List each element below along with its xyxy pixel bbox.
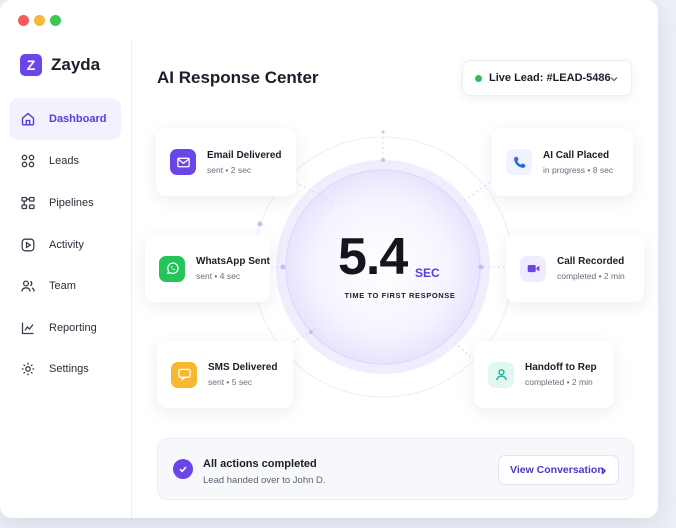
ai-call-placed-card[interactable]: AI Call Placed in progress • 8 sec [492, 128, 633, 196]
close-window-button[interactable] [18, 15, 29, 26]
view-conversation-label: View Conversation [510, 464, 604, 476]
activity-icon [21, 238, 35, 252]
card-status: sent • 2 sec [207, 164, 252, 175]
sidebar-item-dashboard[interactable]: Dashboard [9, 98, 121, 140]
response-hub: 5.4 SEC TIME TO FIRST RESPONSE Email Del… [133, 42, 658, 432]
app-window: Z Zayda Dashboard Leads Pipelines Activi… [0, 0, 658, 518]
sidebar-item-label: Dashboard [49, 113, 107, 125]
sidebar-item-label: Reporting [49, 322, 97, 334]
maximize-window-button[interactable] [50, 15, 61, 26]
card-status: completed • 2 min [557, 271, 625, 281]
completion-title: All actions completed [203, 458, 317, 470]
brand-logo: Z [20, 54, 42, 76]
card-title: Handoff to Rep [525, 362, 597, 373]
card-status: sent • 4 sec [196, 271, 241, 281]
sidebar-item-team[interactable]: Team [9, 265, 121, 307]
response-time-label: TIME TO FIRST RESPONSE [344, 291, 456, 300]
card-title: Email Delivered [207, 149, 282, 161]
phone-icon [506, 149, 532, 175]
call-recorded-card[interactable]: Call Recorded completed • 2 min [506, 235, 644, 302]
brand[interactable]: Z Zayda [20, 54, 100, 76]
response-time-value: 5.4 [338, 228, 408, 286]
home-icon [21, 112, 35, 126]
card-status: in progress • 8 sec [543, 164, 614, 175]
check-icon [173, 459, 193, 479]
handoff-to-rep-card[interactable]: Handoff to Rep completed • 2 min [474, 341, 614, 408]
sidebar-item-settings[interactable]: Settings [9, 348, 121, 390]
sms-delivered-card[interactable]: SMS Delivered sent • 5 sec [157, 341, 293, 408]
sidebar-item-label: Team [49, 280, 76, 292]
chart-icon [21, 322, 34, 335]
whatsapp-sent-card[interactable]: WhatsApp Sent sent • 4 sec [145, 235, 270, 302]
pipeline-icon [21, 196, 35, 210]
team-icon [21, 280, 35, 292]
completion-banner: All actions completed Lead handed over t… [157, 438, 634, 500]
card-title: AI Call Placed [543, 149, 610, 161]
card-status: sent • 5 sec [208, 377, 253, 387]
user-handoff-icon [488, 361, 514, 388]
sidebar-item-label: Settings [49, 363, 89, 375]
sidebar-item-activity[interactable]: Activity [9, 224, 121, 266]
chevron-right-icon [601, 467, 607, 475]
completion-subtitle: Lead handed over to John D. [203, 475, 326, 486]
gear-icon [21, 362, 35, 376]
sidebar: Z Zayda Dashboard Leads Pipelines Activi… [0, 42, 132, 518]
brand-name: Zayda [51, 55, 101, 74]
email-delivered-card[interactable]: Email Delivered sent • 2 sec [156, 128, 296, 196]
card-title: WhatsApp Sent [196, 256, 270, 267]
card-title: SMS Delivered [208, 362, 278, 373]
sidebar-item-label: Activity [49, 239, 84, 251]
response-time-unit: SEC [415, 266, 440, 280]
sidebar-item-reporting[interactable]: Reporting [9, 307, 121, 349]
view-conversation-button[interactable]: View Conversation [498, 455, 619, 485]
sidebar-item-label: Pipelines [49, 197, 94, 209]
email-icon [170, 149, 196, 175]
title-bar [0, 0, 658, 42]
main-panel: AI Response Center Live Lead: #LEAD-5486 [133, 42, 658, 518]
whatsapp-icon [159, 255, 185, 282]
sidebar-item-label: Leads [49, 155, 79, 167]
minimize-window-button[interactable] [34, 15, 45, 26]
video-icon [520, 255, 546, 282]
card-status: completed • 2 min [525, 377, 593, 387]
sidebar-item-leads[interactable]: Leads [9, 140, 121, 182]
card-title: Call Recorded [557, 256, 625, 267]
grid-icon [21, 154, 35, 168]
sidebar-item-pipelines[interactable]: Pipelines [9, 182, 121, 224]
sms-icon [171, 361, 197, 388]
